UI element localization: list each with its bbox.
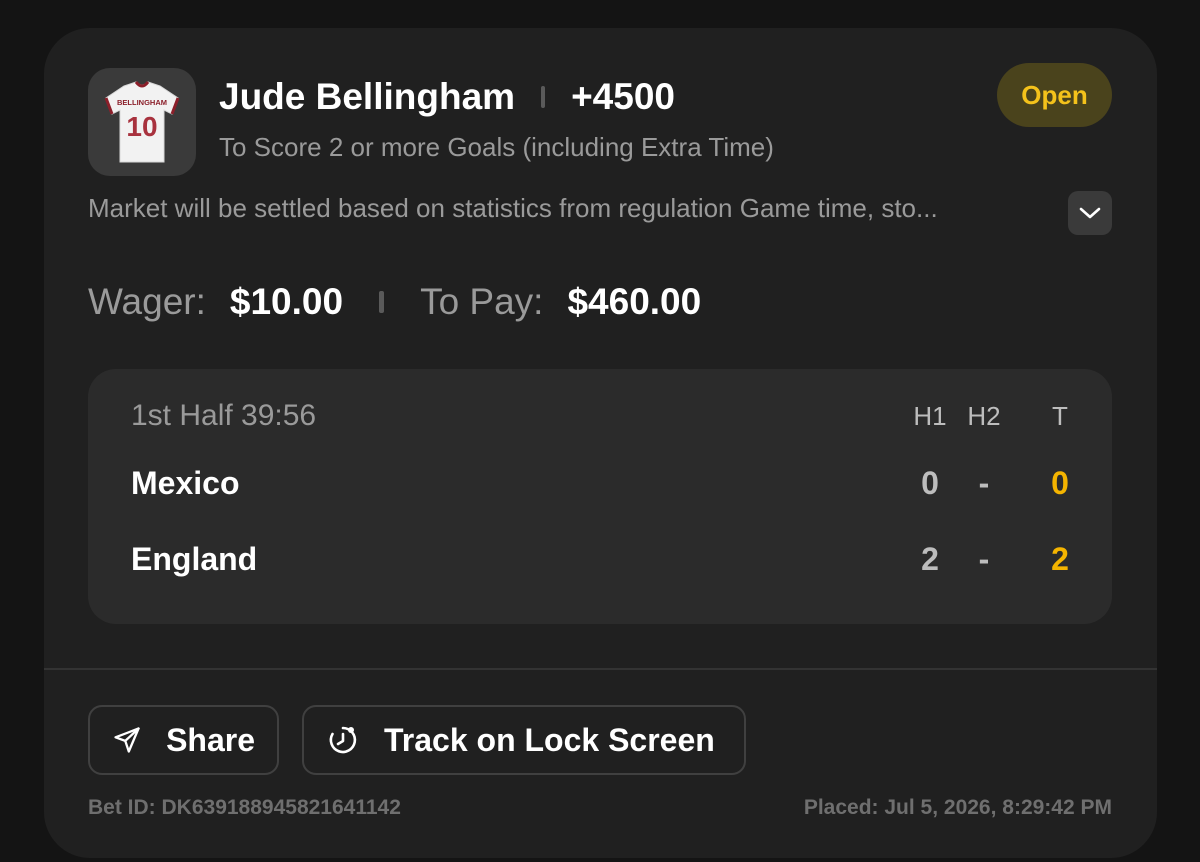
team-score-h1: 0 [921, 465, 939, 501]
market-description: To Score 2 or more Goals (including Extr… [219, 132, 774, 162]
game-period-clock: 1st Half 39:56 [131, 399, 317, 432]
jersey-number: 10 [126, 111, 157, 142]
team-score-h2: - [978, 465, 990, 501]
team-score-h1: 2 [921, 541, 939, 577]
bet-card: BELLINGHAM 10 Jude Bellingham +4500 To S… [44, 28, 1157, 858]
header-h1: H1 [913, 401, 947, 431]
wager-value: $10.00 [229, 281, 344, 322]
bet-odds: +4500 [571, 76, 675, 117]
wager-row: Wager: $10.00 To Pay: $460.00 [88, 278, 701, 326]
share-label: Share [166, 721, 255, 758]
team-score-total: 0 [1051, 465, 1069, 501]
lock-screen-timer-icon [329, 726, 357, 754]
expand-rules-button[interactable] [1068, 191, 1112, 235]
to-pay-value: $460.00 [567, 281, 702, 322]
market-rules-text: Market will be settled based on statisti… [88, 193, 938, 223]
send-icon [114, 727, 140, 753]
player-name: Jude Bellingham [219, 76, 516, 117]
track-label: Track on Lock Screen [384, 721, 715, 758]
title-separator [541, 86, 546, 108]
header-total: T [1052, 401, 1068, 431]
jersey-icon: BELLINGHAM 10 [104, 81, 180, 163]
team-score-total: 2 [1051, 541, 1069, 577]
share-button[interactable]: Share [88, 705, 279, 775]
bet-id: Bet ID: DK639188945821641142 [88, 796, 401, 819]
jersey-name: BELLINGHAM [117, 98, 167, 107]
track-lock-screen-button[interactable]: Track on Lock Screen [302, 705, 746, 775]
wager-separator [379, 291, 385, 313]
player-jersey-image: BELLINGHAM 10 [88, 68, 196, 176]
status-badge: Open [997, 63, 1112, 127]
team-name: England [131, 541, 258, 577]
header-h2: H2 [967, 401, 1001, 431]
bet-title-row: Jude Bellingham +4500 [219, 76, 675, 118]
placed-timestamp: Placed: Jul 5, 2026, 8:29:42 PM [803, 796, 1112, 819]
scoreboard: 1st Half 39:56 H1 H2 T Mexico 0 - 0 Engl… [88, 369, 1112, 624]
wager-label: Wager: [88, 281, 206, 322]
team-name: Mexico [131, 465, 240, 501]
to-pay-label: To Pay: [420, 281, 544, 322]
chevron-down-icon [1079, 207, 1101, 219]
section-divider [44, 668, 1157, 670]
team-score-h2: - [978, 541, 990, 577]
